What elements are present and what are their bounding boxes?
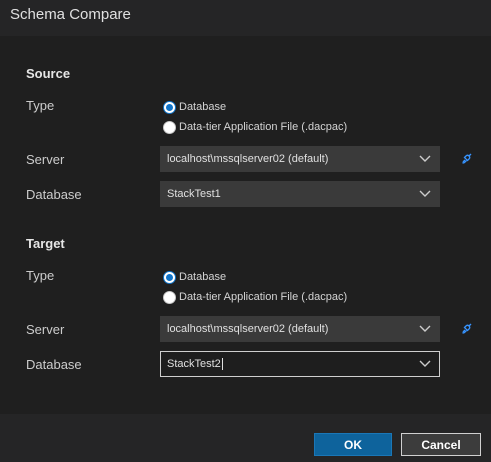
source-type-dacpac-radio[interactable]: Data-tier Application File (.dacpac) — [163, 119, 347, 135]
radio-unchecked-icon[interactable] — [163, 120, 176, 134]
text-caret — [221, 358, 223, 371]
plug-icon[interactable] — [460, 321, 474, 335]
schema-compare-dialog: Schema Compare Source Type Database Data… — [0, 0, 491, 462]
radio-checked-icon[interactable] — [163, 270, 176, 284]
target-database-dropdown[interactable]: StackTest2 — [160, 351, 440, 377]
target-server-dropdown[interactable]: localhost\mssqlserver02 (default) — [160, 316, 440, 342]
target-type-dacpac-radio[interactable]: Data-tier Application File (.dacpac) — [163, 289, 347, 305]
source-server-label: Server — [26, 152, 65, 167]
chevron-down-icon — [419, 155, 431, 162]
target-type-database-radio[interactable]: Database — [163, 269, 226, 285]
target-database-value: StackTest2 — [167, 358, 223, 371]
chevron-down-icon — [419, 325, 431, 332]
source-server-value: localhost\mssqlserver02 (default) — [167, 153, 329, 165]
source-heading: Source — [26, 66, 71, 81]
source-type-label: Type — [26, 98, 55, 113]
dialog-title: Schema Compare — [10, 6, 131, 23]
target-type-label: Type — [26, 268, 55, 283]
radio-label: Data-tier Application File (.dacpac) — [179, 291, 348, 303]
title-bar: Schema Compare — [0, 0, 491, 36]
ok-button[interactable]: OK — [314, 433, 392, 456]
cancel-button[interactable]: Cancel — [401, 433, 481, 456]
radio-label: Database — [179, 271, 227, 283]
source-type-database-radio[interactable]: Database — [163, 99, 226, 115]
radio-unchecked-icon[interactable] — [163, 290, 176, 304]
target-database-label: Database — [26, 357, 82, 372]
source-database-label: Database — [26, 187, 82, 202]
chevron-down-icon — [419, 190, 431, 197]
source-database-value: StackTest1 — [167, 188, 221, 200]
target-database-text: StackTest2 — [167, 358, 221, 370]
radio-checked-icon[interactable] — [163, 100, 176, 114]
target-server-value: localhost\mssqlserver02 (default) — [167, 323, 329, 335]
target-heading: Target — [26, 236, 65, 251]
target-server-label: Server — [26, 322, 65, 337]
radio-label: Data-tier Application File (.dacpac) — [179, 121, 348, 133]
radio-label: Database — [179, 101, 227, 113]
plug-icon[interactable] — [460, 151, 474, 165]
source-database-dropdown[interactable]: StackTest1 — [160, 181, 440, 207]
chevron-down-icon — [419, 360, 431, 367]
source-server-dropdown[interactable]: localhost\mssqlserver02 (default) — [160, 146, 440, 172]
